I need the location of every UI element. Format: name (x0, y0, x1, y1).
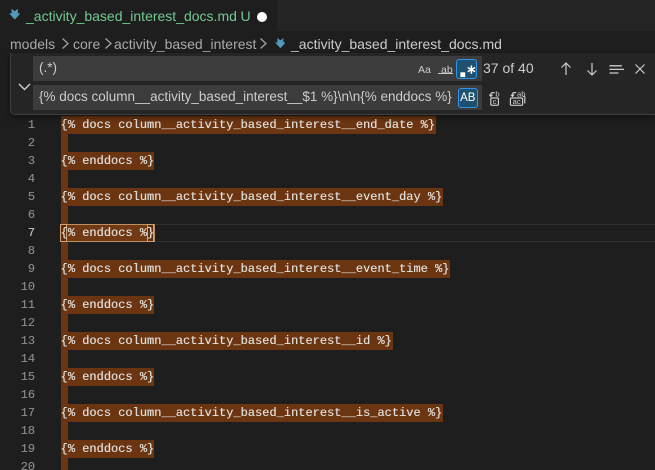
svg-text:c: c (493, 97, 497, 106)
svg-text:ac: ac (513, 97, 521, 106)
